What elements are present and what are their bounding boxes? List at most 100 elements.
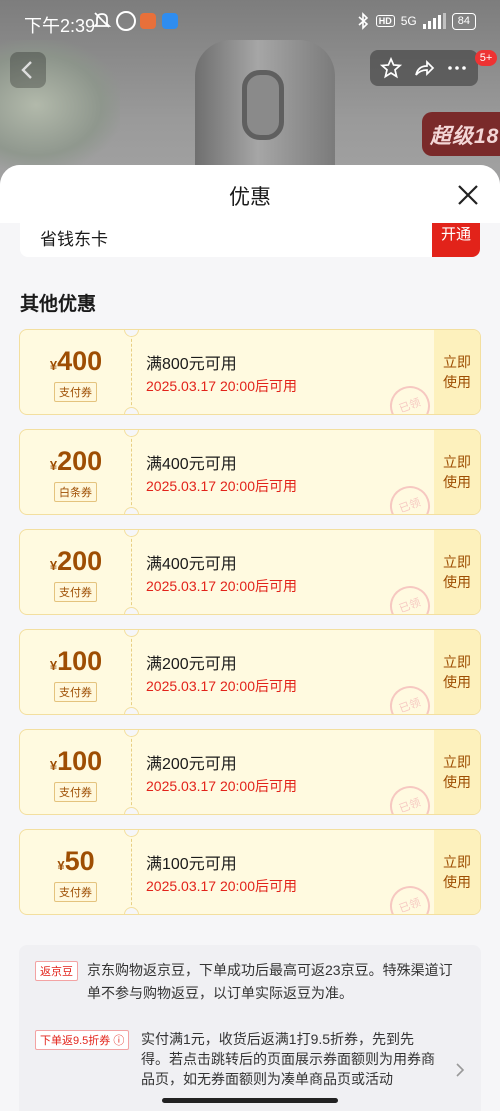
coupon-card[interactable]: ¥100 支付券 满200元可用 2025.03.17 20:00后可用 已领 … xyxy=(19,629,481,715)
claimed-stamp: 已领 xyxy=(384,780,436,814)
coupon-amount: ¥50 xyxy=(20,846,132,877)
chevron-right-icon[interactable] xyxy=(455,1063,465,1077)
coupon-valid-date: 2025.03.17 20:00后可用 xyxy=(146,478,297,494)
coupon-valid-date: 2025.03.17 20:00后可用 xyxy=(146,778,297,794)
discount-coupon-text[interactable]: 实付满1元，收货后返满1打9.5折券，先到先得。若点击跳转后的页面展示券面额则为… xyxy=(141,1029,441,1089)
alarm-icon xyxy=(116,11,136,31)
coupon-valid-date: 2025.03.17 20:00后可用 xyxy=(146,678,297,694)
coupon-type-badge: 支付券 xyxy=(54,382,97,402)
jd-savings-card: 省钱东卡 开通 xyxy=(20,223,480,257)
signal-icon xyxy=(422,13,446,29)
claimed-stamp: 已领 xyxy=(384,580,436,614)
coupon-amount-value: 200 xyxy=(57,546,103,576)
use-now-label: 立即 xyxy=(443,854,471,870)
use-now-label: 使用 xyxy=(443,674,471,690)
sheet-title: 优惠 xyxy=(229,186,271,209)
coupon-divider xyxy=(131,734,132,810)
coupon-currency: ¥ xyxy=(57,858,65,873)
star-icon[interactable] xyxy=(379,56,403,80)
coupon-type-badge: 支付券 xyxy=(54,782,97,802)
coupon-amount-value: 100 xyxy=(57,646,103,676)
coupon-currency: ¥ xyxy=(49,658,58,673)
jd-bean-rebate-text: 京东购物返京豆，下单成功后最高可返23京豆。特殊渠道订单不参与购物返豆，以订单实… xyxy=(87,962,453,1001)
chevron-left-icon xyxy=(21,61,32,79)
coupon-notch xyxy=(124,907,139,914)
coupon-condition: 满100元可用 xyxy=(146,856,237,873)
coupon-value-area: ¥400 支付券 xyxy=(20,330,132,414)
coupon-currency: ¥ xyxy=(49,458,58,473)
app-notification-icon xyxy=(162,13,178,29)
coupon-divider xyxy=(131,534,132,610)
coupon-amount-value: 50 xyxy=(64,846,95,876)
claimed-stamp: 已领 xyxy=(384,480,436,514)
claimed-stamp: 已领 xyxy=(384,880,436,914)
rebate-info-box: 返京豆 京东购物返京豆，下单成功后最高可返23京豆。特殊渠道订单不参与购物返豆，… xyxy=(19,945,481,1111)
sheet-content[interactable]: 省钱东卡 开通 其他优惠 ¥400 支付券 满800元可用 2025.03.17… xyxy=(0,223,500,1111)
coupon-amount: ¥200 xyxy=(20,446,132,477)
use-now-button[interactable]: 立即 使用 xyxy=(434,430,480,514)
use-now-label: 使用 xyxy=(443,574,471,590)
coupon-amount-value: 400 xyxy=(57,346,103,376)
coupon-condition: 满800元可用 xyxy=(146,356,237,373)
coupon-value-area: ¥100 支付券 xyxy=(20,730,132,814)
use-now-label: 使用 xyxy=(443,774,471,790)
coupon-amount: ¥100 xyxy=(20,746,132,777)
coupon-currency: ¥ xyxy=(49,758,58,773)
coupon-currency: ¥ xyxy=(49,358,58,373)
savings-card-label: 省钱东卡 xyxy=(40,230,108,249)
coupon-notch xyxy=(124,707,139,714)
home-indicator[interactable] xyxy=(162,1098,338,1103)
coupon-condition: 满200元可用 xyxy=(146,656,237,673)
coupon-amount: ¥100 xyxy=(20,646,132,677)
jd-bean-rebate-tag: 返京豆 xyxy=(35,961,78,981)
coupon-type-badge: 支付券 xyxy=(54,682,97,702)
status-bar: 下午2:39 HD 5G 84 xyxy=(0,0,500,44)
use-now-label: 立即 xyxy=(443,454,471,470)
coupon-divider xyxy=(131,334,132,410)
use-now-button[interactable]: 立即 使用 xyxy=(434,330,480,414)
coupon-valid-date: 2025.03.17 20:00后可用 xyxy=(146,378,297,394)
coupon-card[interactable]: ¥200 支付券 满400元可用 2025.03.17 20:00后可用 已领 … xyxy=(19,529,481,615)
share-icon[interactable] xyxy=(412,56,436,80)
coupon-divider xyxy=(131,834,132,910)
coupon-notch xyxy=(124,507,139,514)
use-now-button[interactable]: 立即 使用 xyxy=(434,730,480,814)
more-icon[interactable] xyxy=(445,56,469,80)
coupon-value-area: ¥100 支付券 xyxy=(20,630,132,714)
use-now-button[interactable]: 立即 使用 xyxy=(434,530,480,614)
coupon-condition: 满200元可用 xyxy=(146,756,237,773)
coupon-notch xyxy=(124,407,139,414)
close-icon[interactable] xyxy=(452,179,484,211)
coupon-notch xyxy=(124,607,139,614)
use-now-button[interactable]: 立即 使用 xyxy=(434,830,480,914)
coupon-valid-date: 2025.03.17 20:00后可用 xyxy=(146,878,297,894)
coupon-card[interactable]: ¥100 支付券 满200元可用 2025.03.17 20:00后可用 已领 … xyxy=(19,729,481,815)
coupon-type-badge: 支付券 xyxy=(54,582,97,602)
coupon-condition: 满400元可用 xyxy=(146,556,237,573)
coupon-divider xyxy=(131,634,132,710)
network-type: 5G xyxy=(400,14,417,28)
bluetooth-icon xyxy=(358,12,368,30)
product-image-lid xyxy=(242,70,284,140)
discount-coupon-tag[interactable]: 下单返9.5折券 ⓘ xyxy=(35,1030,130,1050)
battery-icon: 84 xyxy=(451,12,476,30)
use-now-button[interactable]: 立即 使用 xyxy=(434,630,480,714)
coupon-currency: ¥ xyxy=(49,558,58,573)
use-now-label: 立即 xyxy=(443,654,471,670)
coupon-amount-value: 200 xyxy=(57,446,103,476)
back-button[interactable] xyxy=(10,52,46,88)
coupon-value-area: ¥50 支付券 xyxy=(20,830,132,914)
coupon-value-area: ¥200 白条券 xyxy=(20,430,132,514)
coupon-card[interactable]: ¥50 支付券 满100元可用 2025.03.17 20:00后可用 已领 立… xyxy=(19,829,481,915)
app-notification-icon xyxy=(140,13,156,29)
top-action-group xyxy=(370,50,478,86)
activate-button[interactable]: 开通 xyxy=(432,223,480,257)
status-time: 下午2:39 xyxy=(24,16,96,36)
use-now-label: 使用 xyxy=(443,874,471,890)
coupon-card[interactable]: ¥200 白条券 满400元可用 2025.03.17 20:00后可用 已领 … xyxy=(19,429,481,515)
use-now-label: 立即 xyxy=(443,554,471,570)
hd-indicator: HD xyxy=(375,15,395,27)
coupon-card[interactable]: ¥400 支付券 满800元可用 2025.03.17 20:00后可用 已领 … xyxy=(19,329,481,415)
coupon-type-badge: 支付券 xyxy=(54,882,97,902)
status-right: HD 5G 84 xyxy=(356,12,476,30)
